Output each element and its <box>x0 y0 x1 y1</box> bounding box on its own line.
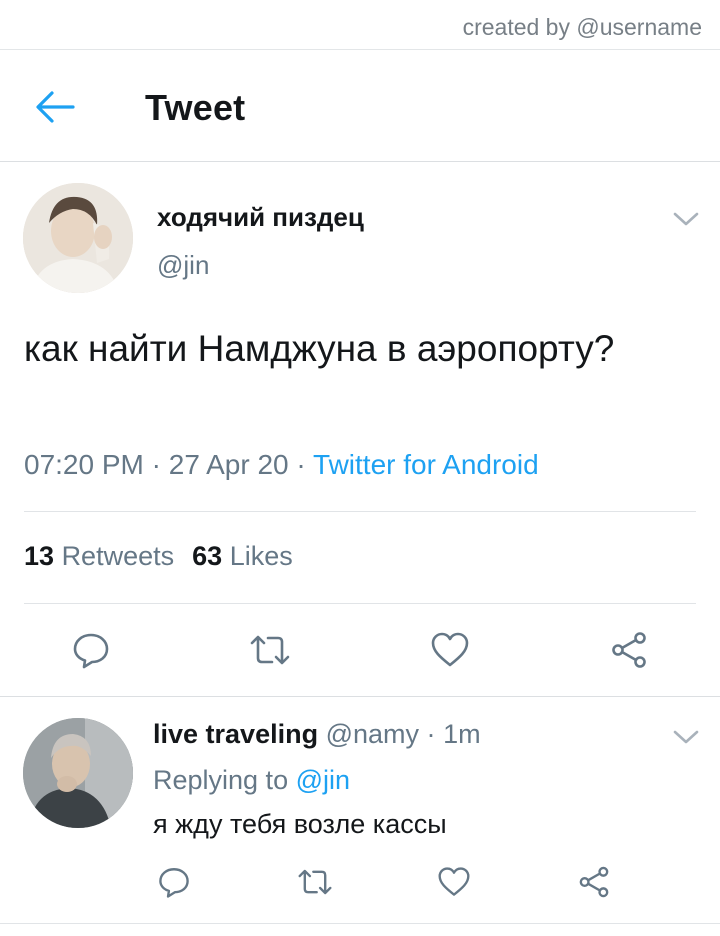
likes-stat[interactable]: 63 Likes <box>192 541 293 571</box>
author-name[interactable]: ходячий пиздец <box>157 202 364 233</box>
replying-prefix: Replying to <box>153 765 289 795</box>
replying-mention-link[interactable]: @jin <box>296 765 350 795</box>
tweet-menu-button[interactable] <box>671 209 701 229</box>
retweets-stat[interactable]: 13 Retweets <box>24 541 174 571</box>
creator-credit: created by @username <box>462 14 702 40</box>
share-nodes-icon <box>579 866 609 898</box>
retweets-label: Retweets <box>61 541 175 571</box>
tweet-stats: 13 Retweets 63 Likes <box>24 541 293 572</box>
tweet-time: 07:20 PM <box>24 449 144 480</box>
tweet-source-link[interactable]: Twitter for Android <box>313 449 539 480</box>
reply-separator: · <box>426 719 436 749</box>
heart-icon <box>438 867 470 896</box>
tweet-meta: 07:20 PM · 27 Apr 20 · Twitter for Andro… <box>24 449 539 481</box>
retweet-button[interactable] <box>245 627 295 673</box>
tweet-text: как найти Намджуна в аэропорту? <box>24 328 615 369</box>
author-avatar[interactable] <box>23 183 133 293</box>
divider <box>24 511 696 512</box>
retweet-arrows-icon <box>298 869 332 895</box>
chevron-down-icon <box>673 730 699 744</box>
like-button[interactable] <box>425 627 475 673</box>
reply-share-button[interactable] <box>572 861 616 903</box>
tweet-date: 27 Apr 20 <box>168 449 289 480</box>
app-header: Tweet <box>0 50 720 162</box>
reply-retweet-button[interactable] <box>291 861 339 903</box>
reply-like-button[interactable] <box>432 861 476 903</box>
reply-reply-button[interactable] <box>152 861 196 903</box>
main-tweet: ходячий пиздец @jin как найти Намджуна в… <box>0 162 720 697</box>
author-handle[interactable]: @jin <box>157 250 209 281</box>
reply-header: live traveling @namy · 1m <box>153 719 481 750</box>
avatar-photo <box>23 183 133 293</box>
heart-icon <box>431 632 469 667</box>
likes-label: Likes <box>229 541 293 571</box>
reply-age: 1m <box>443 719 481 749</box>
retweets-count: 13 <box>24 541 55 571</box>
reply-author-handle[interactable]: @namy <box>326 719 419 749</box>
share-button[interactable] <box>604 627 654 673</box>
replying-to: Replying to @jin <box>153 765 350 796</box>
page-title: Tweet <box>145 87 246 128</box>
meta-separator: · <box>296 449 306 480</box>
speech-bubble-icon <box>73 633 109 669</box>
avatar-photo <box>23 718 133 828</box>
divider <box>24 603 696 604</box>
reply-author-avatar[interactable] <box>23 718 133 828</box>
arrow-left-icon <box>36 91 75 123</box>
share-nodes-icon <box>612 632 646 668</box>
back-button[interactable] <box>28 84 82 130</box>
reply-button[interactable] <box>66 627 116 673</box>
reply-menu-button[interactable] <box>671 727 701 747</box>
meta-separator: · <box>151 449 161 480</box>
chevron-down-icon <box>673 212 699 226</box>
reply-author-name[interactable]: live traveling <box>153 719 318 749</box>
reply-text: я жду тебя возле кассы <box>153 809 447 839</box>
retweet-arrows-icon <box>250 635 290 665</box>
likes-count: 63 <box>192 541 223 571</box>
reply-tweet: live traveling @namy · 1m Replying to @j… <box>0 697 720 924</box>
speech-bubble-icon <box>159 868 189 898</box>
